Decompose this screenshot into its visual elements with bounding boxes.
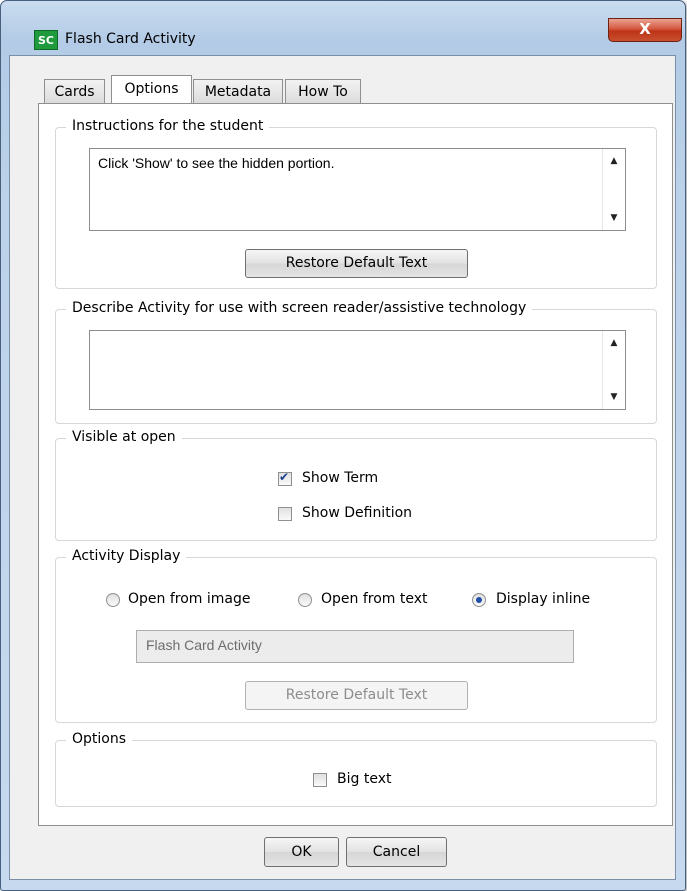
activity-title-text: Flash Card Activity bbox=[146, 637, 262, 653]
scroll-up-icon[interactable]: ▲ bbox=[603, 334, 625, 352]
open-from-text-radio[interactable] bbox=[298, 593, 312, 607]
instructions-legend: Instructions for the student bbox=[66, 118, 270, 134]
tab-options[interactable]: Options bbox=[111, 75, 192, 103]
tab-how-to[interactable]: How To bbox=[285, 79, 361, 103]
show-term-label: Show Term bbox=[302, 470, 379, 486]
display-inline-radio[interactable] bbox=[472, 593, 486, 607]
open-from-image-label: Open from image bbox=[128, 591, 251, 607]
show-definition-checkbox[interactable] bbox=[278, 507, 292, 521]
visible-at-open-legend: Visible at open bbox=[66, 429, 182, 445]
show-definition-label: Show Definition bbox=[302, 505, 413, 521]
scroll-up-icon[interactable]: ▲ bbox=[603, 152, 625, 170]
tab-metadata[interactable]: Metadata bbox=[193, 79, 283, 103]
close-button[interactable]: X bbox=[608, 18, 682, 42]
scroll-down-icon[interactable]: ▼ bbox=[603, 209, 625, 227]
big-text-label: Big text bbox=[337, 771, 392, 787]
instructions-scrollbar[interactable]: ▲ ▼ bbox=[602, 149, 625, 230]
options-legend: Options bbox=[66, 731, 133, 747]
instructions-text: Click 'Show' to see the hidden portion. bbox=[98, 155, 335, 171]
describe-activity-legend: Describe Activity for use with screen re… bbox=[66, 300, 533, 316]
instructions-textarea[interactable]: Click 'Show' to see the hidden portion. … bbox=[89, 148, 626, 231]
app-icon: SC bbox=[34, 30, 58, 50]
activity-display-legend: Activity Display bbox=[66, 548, 187, 564]
scroll-down-icon[interactable]: ▼ bbox=[603, 388, 625, 406]
restore-default-text-button-disabled: Restore Default Text bbox=[245, 681, 468, 710]
open-from-text-label: Open from text bbox=[321, 591, 428, 607]
restore-default-text-button[interactable]: Restore Default Text bbox=[245, 249, 468, 278]
window-title: Flash Card Activity bbox=[65, 31, 196, 47]
visible-at-open-group: Visible at open bbox=[55, 429, 657, 541]
ok-button[interactable]: OK bbox=[264, 837, 339, 867]
tab-cards[interactable]: Cards bbox=[44, 79, 105, 103]
show-term-checkbox[interactable] bbox=[278, 470, 292, 486]
describe-scrollbar[interactable]: ▲ ▼ bbox=[602, 331, 625, 409]
describe-activity-textarea[interactable]: ▲ ▼ bbox=[89, 330, 626, 410]
big-text-checkbox[interactable] bbox=[313, 773, 327, 787]
open-from-image-radio[interactable] bbox=[106, 593, 120, 607]
display-inline-label: Display inline bbox=[496, 591, 591, 607]
cancel-button[interactable]: Cancel bbox=[346, 837, 447, 867]
activity-title-field: Flash Card Activity bbox=[136, 630, 574, 663]
